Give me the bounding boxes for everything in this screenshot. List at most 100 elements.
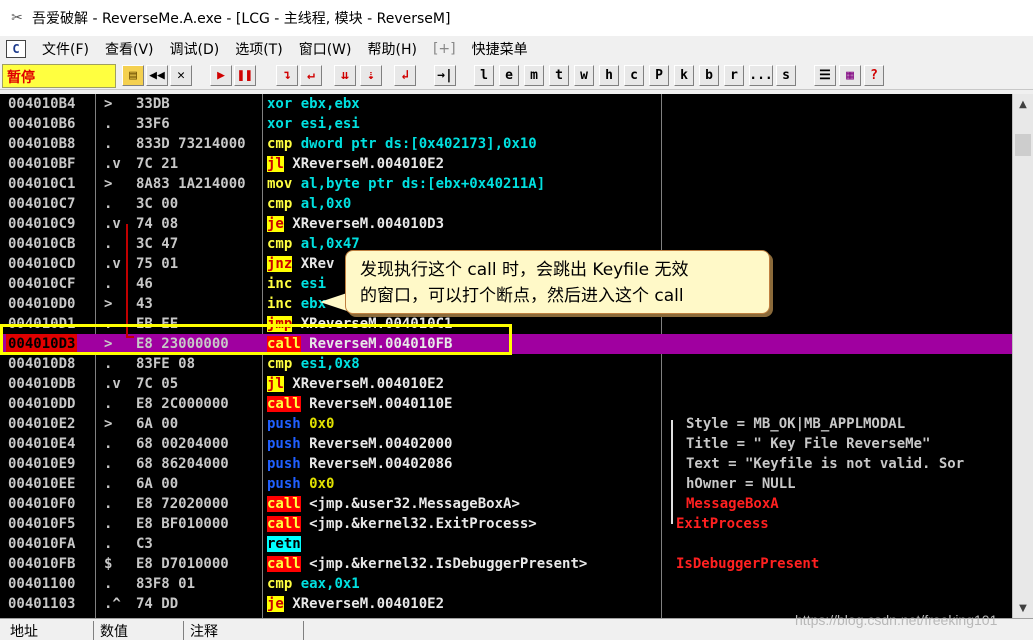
log-window-button[interactable]: l	[474, 65, 494, 86]
table-row[interactable]: 004010FA. C3 retn	[0, 534, 1012, 554]
row-mnemonic: inc	[267, 296, 293, 312]
menu-options[interactable]: 选项(T)	[227, 39, 290, 59]
memory-map-button[interactable]: m	[524, 65, 544, 86]
windows-button[interactable]: w	[574, 65, 594, 86]
menu-help[interactable]: 帮助(H)	[359, 39, 424, 59]
row-hex: 74 08	[136, 216, 179, 232]
row-marker: .	[104, 136, 113, 152]
row-marker: .	[104, 356, 113, 372]
scroll-down-icon[interactable]: ▼	[1013, 598, 1033, 618]
row-hex: 75 01	[136, 256, 179, 272]
grid-icon[interactable]: ▦	[839, 65, 861, 86]
trace-into-icon[interactable]: ⇊	[334, 65, 356, 86]
row-operands: ReverseM.0040110E	[309, 396, 453, 412]
menu-plugins[interactable]: [+]	[425, 41, 464, 57]
col-address[interactable]: 地址	[4, 621, 94, 640]
col-value[interactable]: 数值	[94, 621, 184, 640]
row-marker: .	[104, 576, 113, 592]
table-row[interactable]: 004010B4 >33DB xor ebx,ebx	[0, 94, 1012, 114]
table-row[interactable]: 004010DB .v 7C 05 jl XReverseM.004010E2	[0, 374, 1012, 394]
close-icon[interactable]: ✕	[170, 65, 192, 86]
row-comment: hOwner = NULL	[686, 476, 796, 492]
row-instruction: call <jmp.&user32.MessageBoxA>	[266, 494, 521, 514]
executable-modules-button[interactable]: e	[499, 65, 519, 86]
table-row[interactable]: 004010C9 .v 74 08 je XReverseM.004010D3	[0, 214, 1012, 234]
row-operands: dword ptr ds:[0x402173],0x10	[300, 136, 537, 152]
row-address: 004010D8	[8, 356, 76, 372]
window-title: 吾爱破解 - ReverseMe.A.exe - [LCG - 主线程, 模块 …	[32, 11, 451, 27]
row-mnemonic: call	[267, 556, 301, 572]
breakpoints-button[interactable]: b	[699, 65, 719, 86]
table-row[interactable]: 004010E9. 68 86204000 push ReverseM.004020…	[0, 454, 1012, 474]
run-trace-button[interactable]: ...	[749, 65, 773, 86]
row-address: 004010C1	[8, 176, 76, 192]
table-row[interactable]: 004010E4. 68 00204000 push ReverseM.004020…	[0, 434, 1012, 454]
table-row[interactable]: 004010C1 >8A83 1A214000 mov al,byte ptr ds…	[0, 174, 1012, 194]
table-row[interactable]: 004010E2 >6A 00 push 0x0 Style = MB_OK|MB_A…	[0, 414, 1012, 434]
pause-icon[interactable]: ❚❚	[234, 65, 256, 86]
row-mnemonic: push	[267, 436, 301, 452]
scroll-up-icon[interactable]: ▲	[1013, 94, 1033, 114]
handles-button[interactable]: h	[599, 65, 619, 86]
row-marker: .	[104, 496, 113, 512]
list-icon[interactable]: ☰	[814, 65, 836, 86]
menu-file[interactable]: 文件(F)	[34, 39, 97, 59]
table-row[interactable]: 004010F5. E8 BF010000 call <jmp.&kernel32.…	[0, 514, 1012, 534]
patches-button[interactable]: P	[649, 65, 669, 86]
menu-shortcut[interactable]: 快捷菜单	[464, 39, 536, 59]
execute-till-return-icon[interactable]: ↲	[394, 65, 416, 86]
step-over-icon[interactable]: ↵	[300, 65, 322, 86]
source-button[interactable]: s	[776, 65, 796, 86]
table-row[interactable]: 004010B8. 833D 73214000 cmp dword ptr ds:[…	[0, 134, 1012, 154]
references-button[interactable]: r	[724, 65, 744, 86]
table-row[interactable]: 00401100. 83F8 01 cmp eax,0x1	[0, 574, 1012, 594]
col-comment[interactable]: 注释	[184, 621, 304, 640]
table-row[interactable]: 00401103 .^ 74 DD je XReverseM.004010E2	[0, 594, 1012, 614]
table-row[interactable]: 004010EE. 6A 00 push 0x0 hOwner = NULL	[0, 474, 1012, 494]
row-hex: 3C 00	[136, 196, 179, 212]
row-mnemonic: je	[267, 216, 284, 232]
table-row[interactable]: 004010F0. E8 72020000 call <jmp.&user32.Me…	[0, 494, 1012, 514]
system-menu-icon[interactable]: C	[6, 40, 26, 58]
help-icon[interactable]: ?	[864, 65, 884, 86]
menu-view[interactable]: 查看(V)	[97, 39, 162, 59]
toolbar: 暂停 ▤ ◀◀ ✕ ▶ ❚❚ ↴ ↵ ⇊ ⇣ ↲ →| l e m t w h …	[0, 62, 1033, 90]
rewind-icon[interactable]: ◀◀	[146, 65, 168, 86]
menu-bar: C 文件(F) 查看(V) 调试(D) 选项(T) 窗口(W) 帮助(H) [+…	[0, 36, 1033, 62]
row-mnemonic: xor	[267, 116, 293, 132]
trace-over-icon[interactable]: ⇣	[360, 65, 382, 86]
row-operands: esi	[300, 276, 327, 292]
menu-debug[interactable]: 调试(D)	[162, 39, 228, 59]
table-row[interactable]: 004010C7. 3C 00 cmp al,0x0	[0, 194, 1012, 214]
menu-window[interactable]: 窗口(W)	[291, 39, 360, 59]
row-instruction: jl XReverseM.004010E2	[266, 374, 445, 394]
row-hex: 46	[136, 276, 153, 292]
call-stack-button[interactable]: k	[674, 65, 694, 86]
row-operands: ebx,ebx	[300, 96, 360, 112]
run-icon[interactable]: ▶	[210, 65, 232, 86]
table-row[interactable]: 004010FB $ E8 D7010000 call <jmp.&kernel32.…	[0, 554, 1012, 574]
debug-status: 暂停	[2, 64, 116, 88]
vertical-scrollbar[interactable]: ▲ ▼	[1012, 94, 1033, 618]
row-mnemonic: inc	[267, 276, 293, 292]
table-row[interactable]: 004010DD. E8 2C000000 call ReverseM.004011…	[0, 394, 1012, 414]
disassembly-pane[interactable]: 004010B4 >33DB xor ebx,ebx 004010B6. 33F6 xor…	[0, 94, 1033, 618]
table-row[interactable]: 004010D3 > E8 23000000 call ReverseM.004010…	[0, 334, 1012, 354]
step-into-icon[interactable]: ↴	[276, 65, 298, 86]
goto-icon[interactable]: →|	[434, 65, 456, 86]
row-mnemonic: xor	[267, 96, 293, 112]
table-row[interactable]: 004010D8. 83FE 08 cmp esi,0x8	[0, 354, 1012, 374]
row-instruction: push ReverseM.00402000	[266, 434, 453, 454]
row-marker: .v	[104, 156, 121, 172]
row-marker: .	[104, 316, 113, 332]
scroll-thumb[interactable]	[1015, 134, 1031, 156]
threads-button[interactable]: t	[549, 65, 569, 86]
row-mnemonic: call	[267, 396, 301, 412]
table-row[interactable]: 004010B6. 33F6 xor esi,esi	[0, 114, 1012, 134]
table-row[interactable]: 004010D1. EB EE jmp XReverseM.004010C1	[0, 314, 1012, 334]
open-icon[interactable]: ▤	[122, 65, 144, 86]
row-instruction: jnz XRev	[266, 254, 335, 274]
cpu-button[interactable]: c	[624, 65, 644, 86]
row-marker: >	[104, 96, 113, 112]
table-row[interactable]: 004010BF .v 7C 21 jl XReverseM.004010E2	[0, 154, 1012, 174]
